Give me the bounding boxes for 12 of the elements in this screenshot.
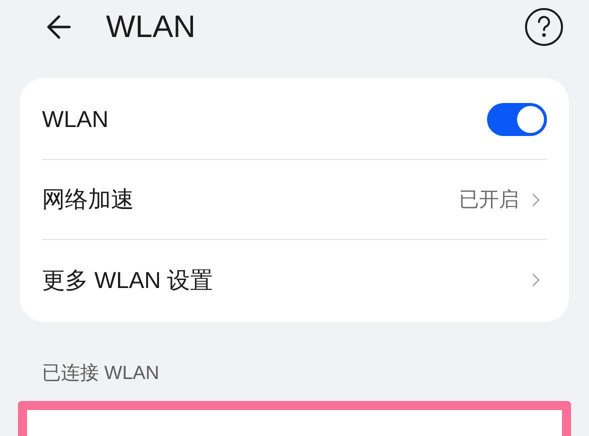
settings-row[interactable]: 网络加速 已开启 [42,160,547,240]
settings-row[interactable]: WLAN [42,80,547,160]
row-label: WLAN [42,105,108,134]
row-value: 已开启 [459,188,519,213]
row-label: 网络加速 [42,185,134,214]
help-icon [537,16,551,38]
section-label: 已连接 WLAN [42,362,160,386]
toggle-switch[interactable] [487,103,547,136]
page-title: WLAN [106,8,196,46]
settings-row[interactable]: 更多 WLAN 设置 [42,240,547,320]
help-button[interactable] [525,8,563,46]
row-label: 更多 WLAN 设置 [42,266,214,295]
